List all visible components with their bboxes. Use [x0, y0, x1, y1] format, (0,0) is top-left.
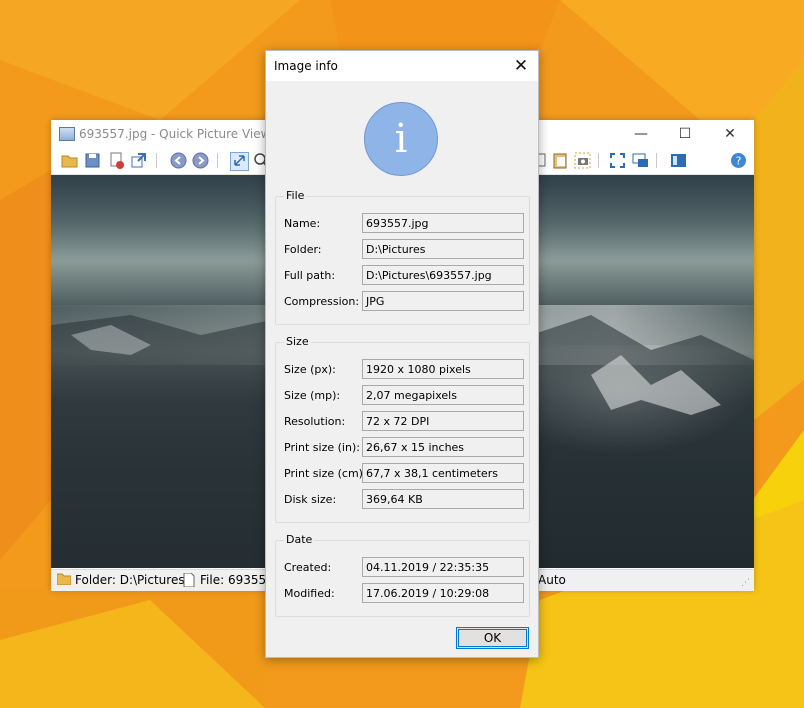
compression-label: Compression:	[284, 295, 360, 308]
disk-size-label: Disk size:	[284, 493, 337, 506]
fit-to-window-icon[interactable]	[230, 152, 249, 171]
modified-field[interactable]: 17.06.2019 / 10:29:08	[362, 583, 524, 603]
status-zoom: Auto	[538, 573, 566, 587]
disk-size-field[interactable]: 369,64 KB	[362, 489, 524, 509]
save-icon[interactable]	[84, 152, 101, 169]
resolution-field[interactable]: 72 x 72 DPI	[362, 411, 524, 431]
size-mp-field[interactable]: 2,07 megapixels	[362, 385, 524, 405]
dialog-close-button[interactable]: ✕	[508, 54, 534, 78]
group-label-date: Date	[284, 533, 315, 546]
folder-field[interactable]: D:\Pictures	[362, 239, 524, 259]
size-px-label: Size (px):	[284, 363, 336, 376]
folder-status-icon	[56, 573, 72, 586]
previous-image-icon[interactable]	[170, 152, 187, 169]
group-label-size: Size	[284, 335, 311, 348]
next-image-icon[interactable]	[192, 152, 209, 169]
created-label: Created:	[284, 561, 332, 574]
image-info-dialog: Image info ✕ i File Name: 693557.jpg Fol…	[265, 50, 539, 658]
image-info-icon[interactable]	[670, 152, 687, 169]
open-folder-icon[interactable]	[61, 152, 78, 169]
group-label-file: File	[284, 189, 307, 202]
resize-grip-icon[interactable]: ⋰	[741, 578, 751, 588]
print-size-cm-label: Print size (cm):	[284, 467, 367, 480]
print-size-cm-field[interactable]: 67,7 x 38,1 centimeters	[362, 463, 524, 483]
delete-file-icon[interactable]	[108, 152, 125, 169]
file-group: File Name: 693557.jpg Folder: D:\Picture…	[275, 189, 530, 325]
resolution-label: Resolution:	[284, 415, 346, 428]
ok-button-label: OK	[483, 631, 502, 645]
dialog-title-bar[interactable]: Image info ✕	[266, 51, 538, 81]
created-field[interactable]: 04.11.2019 / 22:35:35	[362, 557, 524, 577]
info-icon: i	[364, 102, 438, 176]
size-px-field[interactable]: 1920 x 1080 pixels	[362, 359, 524, 379]
ok-button[interactable]: OK	[456, 627, 529, 649]
print-size-in-field[interactable]: 26,67 x 15 inches	[362, 437, 524, 457]
full-path-label: Full path:	[284, 269, 336, 282]
print-size-in-label: Print size (in):	[284, 441, 360, 454]
modified-label: Modified:	[284, 587, 335, 600]
help-icon[interactable]: ?	[730, 152, 747, 169]
desktop-background: 693557.jpg - Quick Picture Viewer — ☐ ✕	[0, 0, 804, 708]
name-label: Name:	[284, 217, 321, 230]
picture-in-picture-icon[interactable]	[632, 152, 649, 169]
date-group: Date Created: 04.11.2019 / 22:35:35 Modi…	[275, 533, 530, 617]
paste-icon[interactable]	[552, 152, 569, 169]
screenshot-icon[interactable]	[574, 152, 591, 169]
viewer-title: 693557.jpg - Quick Picture Viewer	[79, 127, 283, 141]
svg-text:?: ?	[736, 155, 742, 168]
status-folder: Folder: D:\Pictures	[75, 573, 185, 587]
app-picture-icon	[59, 127, 75, 141]
full-path-field[interactable]: D:\Pictures\693557.jpg	[362, 265, 524, 285]
close-button[interactable]: ✕	[715, 124, 745, 144]
size-group: Size Size (px): 1920 x 1080 pixels Size …	[275, 335, 530, 523]
file-status-icon	[183, 572, 197, 588]
name-field[interactable]: 693557.jpg	[362, 213, 524, 233]
minimize-button[interactable]: —	[626, 124, 656, 144]
size-mp-label: Size (mp):	[284, 389, 341, 402]
dialog-title: Image info	[274, 59, 338, 73]
maximize-button[interactable]: ☐	[670, 124, 700, 144]
folder-label: Folder:	[284, 243, 322, 256]
external-open-icon[interactable]	[130, 152, 147, 169]
fullscreen-icon[interactable]	[609, 152, 626, 169]
compression-field[interactable]: JPG	[362, 291, 524, 311]
